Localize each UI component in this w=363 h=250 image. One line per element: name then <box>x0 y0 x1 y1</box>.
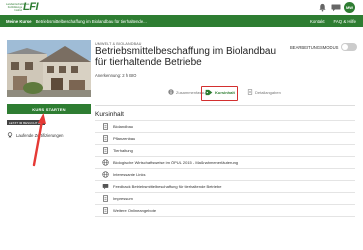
tab-details-label: Detailangaben <box>255 89 281 95</box>
tab-details[interactable]: Detailangaben <box>247 89 281 95</box>
globe-icon <box>102 171 109 178</box>
list-item-label: Biolandbau <box>113 124 134 129</box>
list-item[interactable]: Feedback Betriebsmittelbeschaffung für t… <box>95 181 355 193</box>
list-item[interactable]: Weitere Onlineangebote <box>95 205 355 217</box>
start-course-button[interactable]: KURS STARTEN <box>7 104 91 114</box>
user-avatar[interactable]: MW <box>344 2 355 13</box>
certificates-label: Laufende Zertifizierungen <box>16 132 64 138</box>
list-item-label: Weitere Onlineangebote <box>113 208 157 213</box>
tabs-divider <box>95 105 355 106</box>
list-item-label: Feedback Betriebsmittelbeschaffung für t… <box>113 184 222 189</box>
globe-icon <box>102 159 109 166</box>
certificates-link[interactable]: Laufende Zertifizierungen <box>7 132 64 138</box>
list-item-label: Tierhaltung <box>113 148 133 153</box>
list-item-label: Impressum <box>113 196 133 201</box>
tab-course-content[interactable]: Kursinhalt <box>205 89 235 96</box>
list-item-label: Interessante Links <box>113 172 146 177</box>
document-icon <box>103 207 108 214</box>
info-icon <box>168 89 174 95</box>
document-icon <box>103 147 108 154</box>
document-icon <box>103 123 108 130</box>
document-icon <box>247 89 253 95</box>
list-item[interactable]: Impressum <box>95 193 355 205</box>
lfi-logo[interactable]: Landwirtschaftliches Fortbildungs Instit… <box>6 1 39 13</box>
bell-icon[interactable] <box>318 3 327 12</box>
feedback-icon <box>102 184 109 190</box>
logo-small-text: Landwirtschaftliches Fortbildungs Instit… <box>6 2 30 12</box>
edit-mode-control: BEARBEITUNGSMODUS <box>290 43 358 51</box>
content-list: Biolandbau Pflanzenbau Tierhaltung Biolo… <box>95 120 355 217</box>
edit-mode-label: BEARBEITUNGSMODUS <box>290 44 339 50</box>
document-icon <box>103 195 108 202</box>
last-visit-badge: LETZT IM BESUCHT AM <box>7 120 45 125</box>
document-icon <box>103 135 108 142</box>
tab-course-content-label: Kursinhalt <box>215 90 235 95</box>
nav-contact[interactable]: Kontakt <box>310 19 325 24</box>
list-item[interactable]: Interessante Links <box>95 169 355 181</box>
nav-faq[interactable]: FAQ & Hilfe <box>334 19 356 24</box>
main-nav: Meine Kurse Betriebsmittelbeschaffung im… <box>0 15 363 27</box>
top-header: Landwirtschaftliches Fortbildungs Instit… <box>0 0 363 15</box>
certificate-icon <box>7 132 13 138</box>
logo-mark: LFI <box>23 1 39 13</box>
list-item[interactable]: Pflanzenbau <box>95 133 355 145</box>
breadcrumb[interactable]: Betriebsmittelbeschaffung im Biolandbau … <box>36 19 147 24</box>
messages-icon[interactable] <box>331 3 341 12</box>
course-image <box>7 40 91 97</box>
tag-icon <box>205 89 213 96</box>
list-item[interactable]: Tierhaltung <box>95 145 355 157</box>
list-item[interactable]: Biologische Wirtschaftsweise im ÖPUL 201… <box>95 157 355 169</box>
section-title: Kursinhalt <box>95 111 124 118</box>
list-item-label: Pflanzenbau <box>113 136 136 141</box>
edit-mode-toggle[interactable] <box>341 43 358 51</box>
course-tabs: Zusammenfassung Kursinhalt Detailangaben <box>95 85 355 105</box>
course-title: Betriebsmittelbeschaffung im Biolandbau … <box>95 46 277 68</box>
nav-my-courses[interactable]: Meine Kurse <box>6 19 32 24</box>
list-item-label: Biologische Wirtschaftsweise im ÖPUL 201… <box>113 160 239 165</box>
course-credits: Anerkennung: 2 h BIO <box>95 73 137 78</box>
list-item[interactable]: Biolandbau <box>95 121 355 133</box>
